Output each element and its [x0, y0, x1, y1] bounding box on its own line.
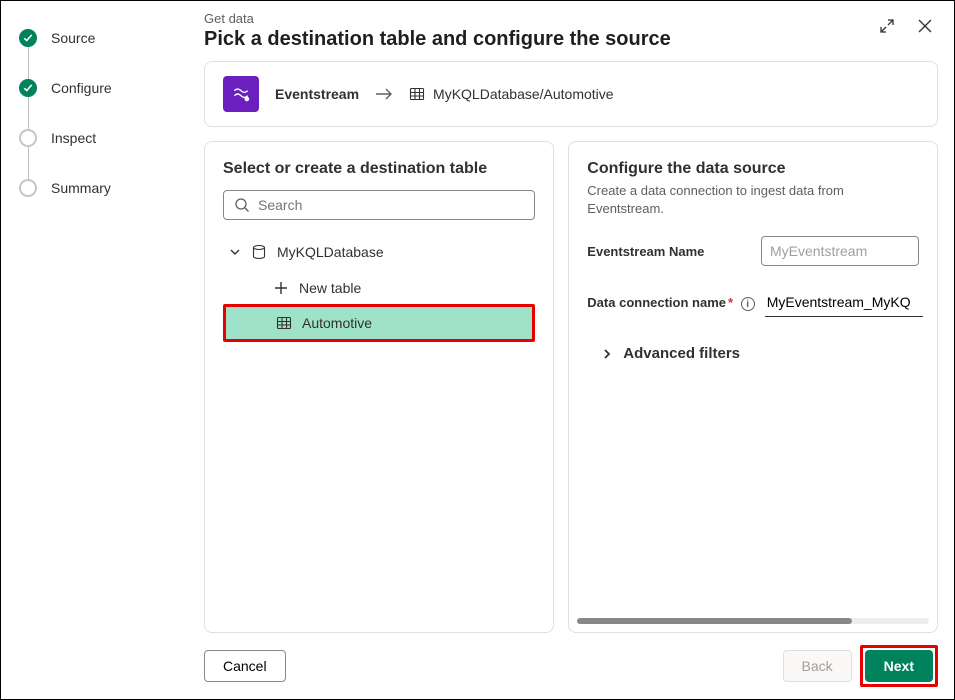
scrollbar-thumb[interactable] — [577, 618, 851, 624]
page-title: Pick a destination table and configure t… — [204, 28, 671, 51]
stepper-connector — [28, 47, 29, 79]
circle-icon — [19, 179, 37, 197]
cancel-button[interactable]: Cancel — [204, 650, 286, 682]
panel-title: Configure the data source — [587, 160, 919, 178]
database-icon — [251, 244, 267, 260]
highlight-annotation: Next — [860, 645, 938, 687]
step-source[interactable]: Source — [19, 29, 178, 47]
search-icon — [234, 197, 250, 213]
breadcrumb-target: MyKQLDatabase/Automotive — [409, 86, 614, 102]
step-configure[interactable]: Configure — [19, 79, 178, 97]
table-label: Automotive — [302, 315, 372, 331]
breadcrumb-source: Eventstream — [275, 86, 359, 102]
stepper-connector — [28, 97, 29, 129]
table-icon — [409, 86, 425, 102]
breadcrumb-card: Eventstream MyKQLDatabase/Automotive — [204, 61, 938, 127]
horizontal-scrollbar[interactable] — [577, 618, 929, 624]
highlight-annotation: Automotive — [223, 304, 535, 342]
step-label: Inspect — [51, 130, 96, 146]
next-button[interactable]: Next — [865, 650, 933, 682]
data-connection-name-field[interactable] — [765, 288, 923, 317]
tree-database-node[interactable]: MyKQLDatabase — [223, 240, 535, 264]
plus-icon — [273, 280, 289, 296]
chevron-down-icon — [229, 246, 241, 258]
step-label: Configure — [51, 80, 112, 96]
eventstream-name-label: Eventstream Name — [587, 244, 704, 259]
eventstream-name-field[interactable] — [761, 236, 919, 266]
chevron-right-icon — [601, 348, 613, 360]
new-table-label: New table — [299, 280, 361, 296]
database-label: MyKQLDatabase — [277, 244, 384, 260]
tree-new-table[interactable]: New table — [223, 272, 535, 304]
data-connection-name-label: Data connection name* i — [587, 295, 754, 312]
configure-source-panel: Configure the data source Create a data … — [568, 141, 938, 633]
destination-table-panel: Select or create a destination table — [204, 141, 554, 633]
breadcrumb-target-text: MyKQLDatabase/Automotive — [433, 86, 614, 102]
back-button: Back — [783, 650, 852, 682]
tree-table-automotive[interactable]: Automotive — [226, 307, 532, 339]
check-icon — [19, 79, 37, 97]
table-icon — [276, 315, 292, 331]
step-label: Source — [51, 30, 95, 46]
panel-title: Select or create a destination table — [223, 160, 535, 178]
field-label-text: Data connection name — [587, 295, 726, 310]
advanced-filters-label: Advanced filters — [623, 345, 740, 362]
circle-icon — [19, 129, 37, 147]
check-icon — [19, 29, 37, 47]
info-icon[interactable]: i — [741, 297, 755, 311]
arrow-right-icon — [375, 87, 393, 101]
step-inspect: Inspect — [19, 129, 178, 147]
search-input-wrap[interactable] — [223, 190, 535, 220]
expand-icon[interactable] — [878, 17, 896, 35]
stepper-connector — [28, 147, 29, 179]
search-input[interactable] — [258, 197, 524, 213]
close-icon[interactable] — [916, 17, 934, 35]
advanced-filters-toggle[interactable]: Advanced filters — [587, 345, 919, 362]
required-asterisk: * — [728, 295, 733, 310]
page-eyebrow: Get data — [204, 11, 671, 26]
step-summary: Summary — [19, 179, 178, 197]
wizard-stepper: Source Configure Inspect Summary — [1, 1, 196, 699]
step-label: Summary — [51, 180, 111, 196]
eventstream-icon — [223, 76, 259, 112]
panel-subtitle: Create a data connection to ingest data … — [587, 182, 919, 218]
